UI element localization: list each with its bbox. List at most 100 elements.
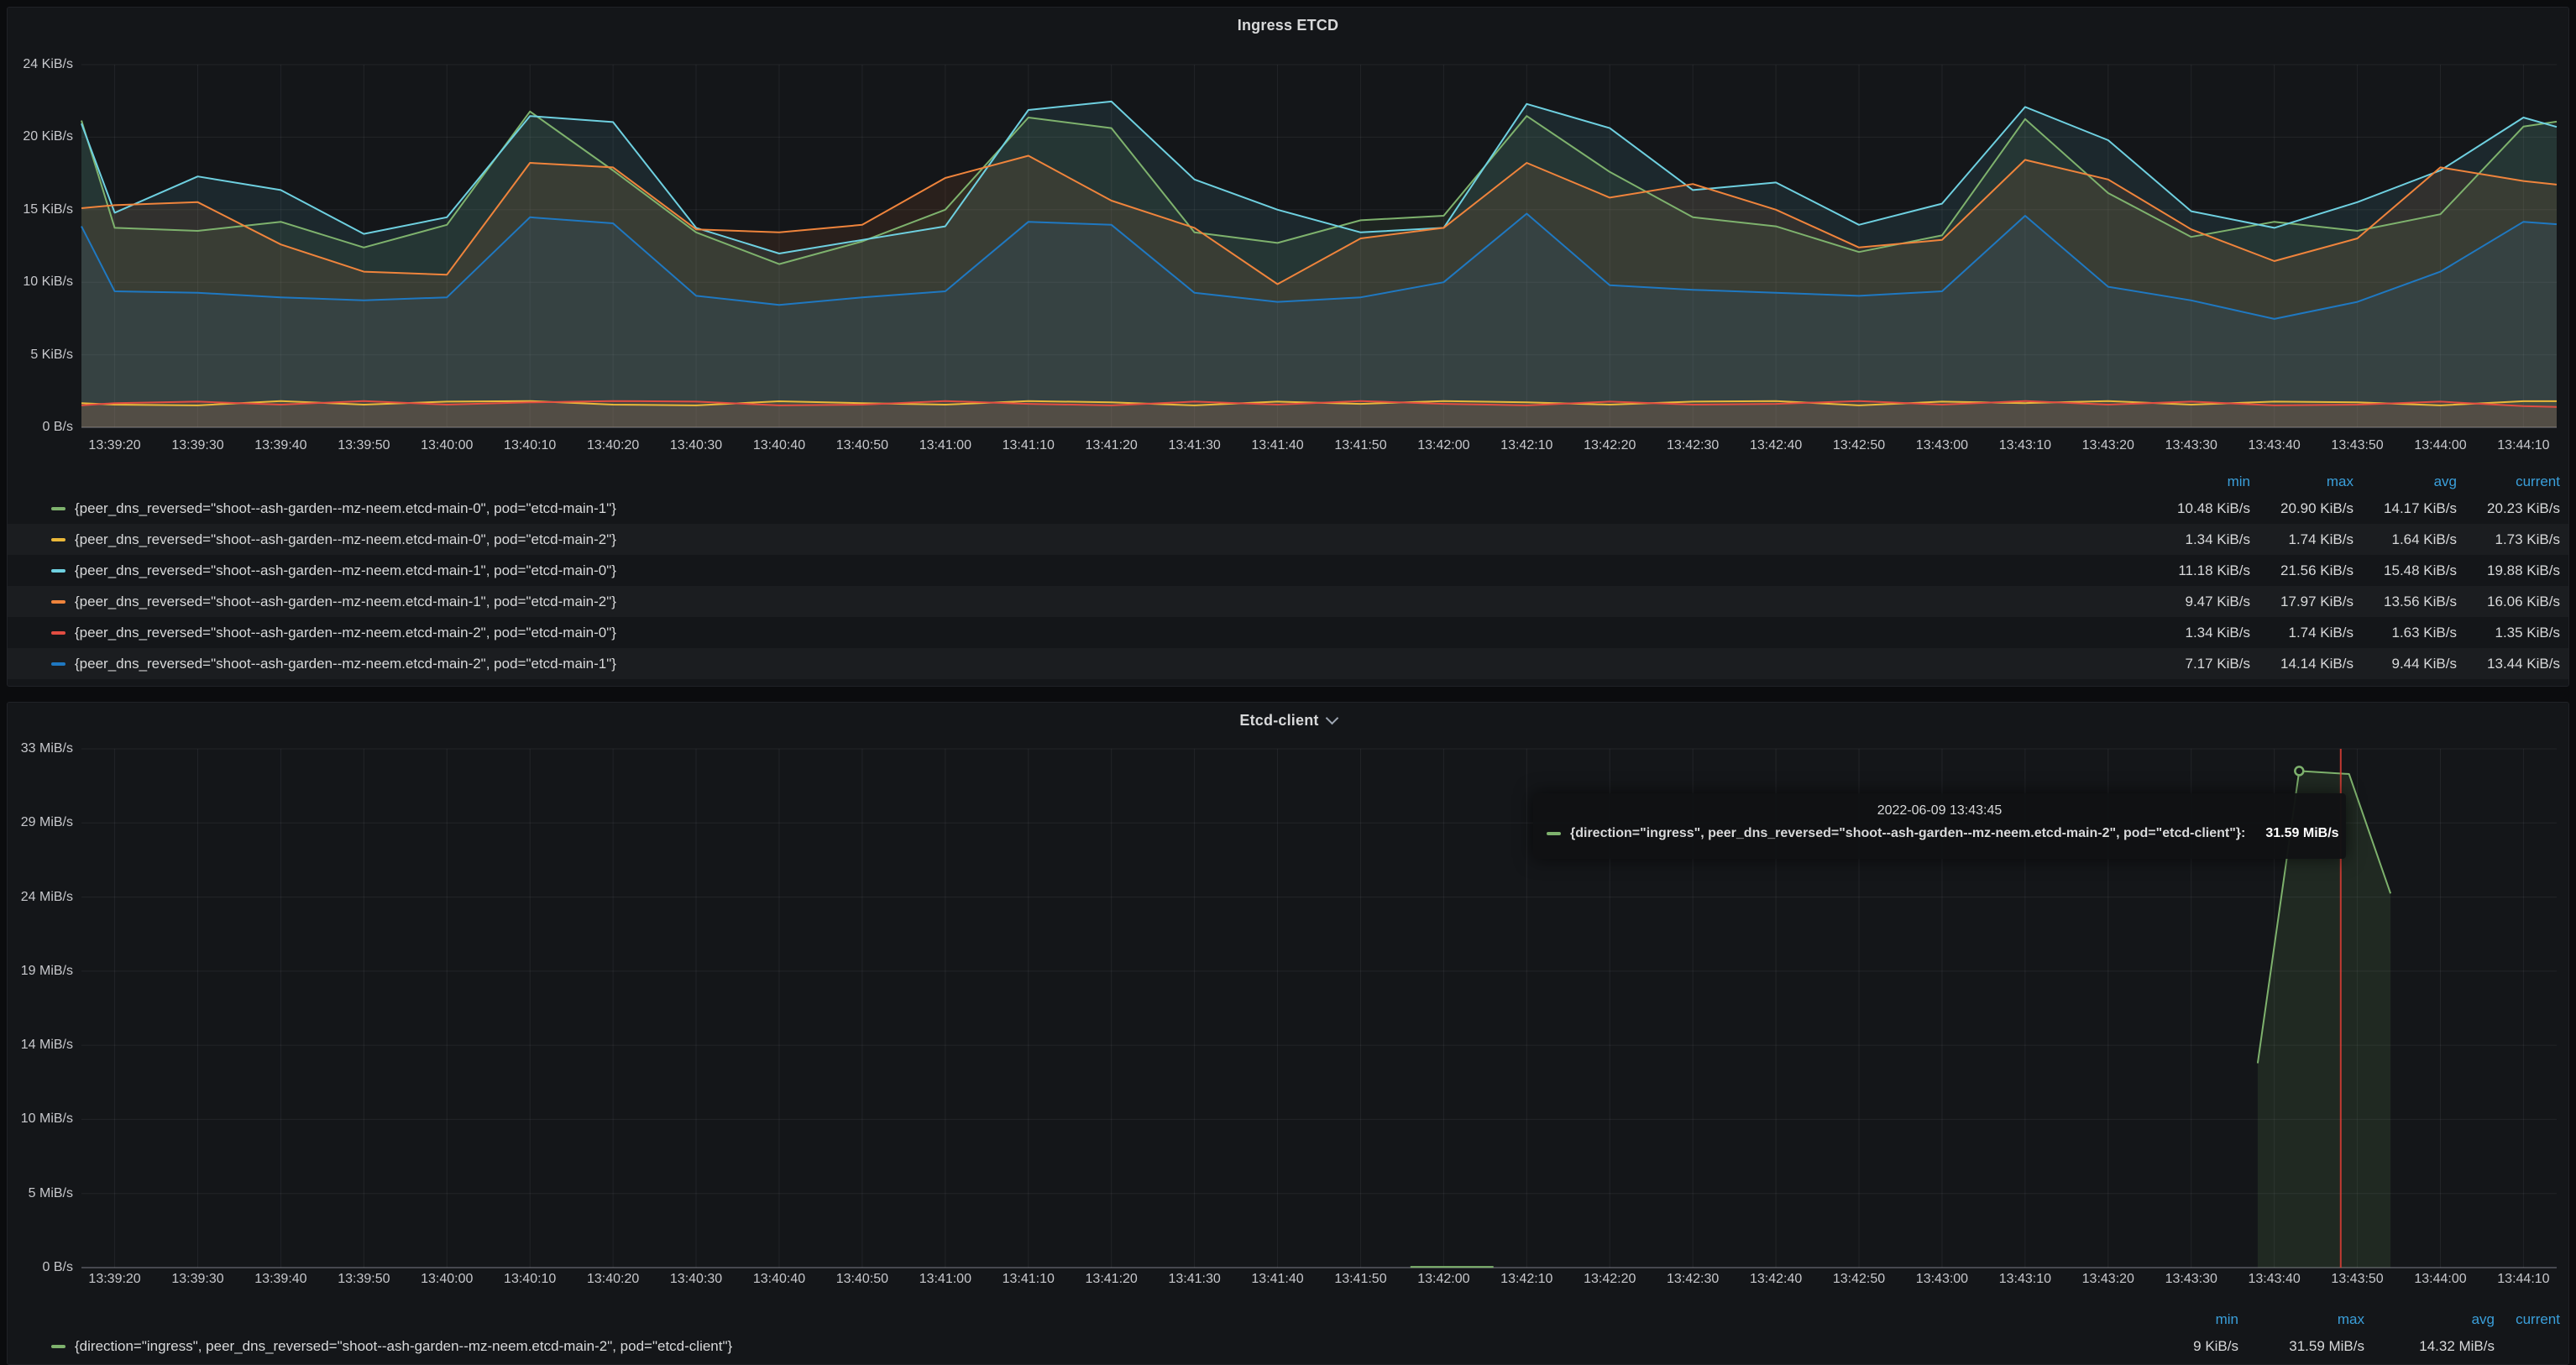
x-axis-tick-label: 13:41:10 xyxy=(988,437,1069,454)
x-axis-tick-label: 13:43:50 xyxy=(2317,437,2398,454)
legend-series-marker-icon xyxy=(51,662,65,666)
panel-header-ingress-etcd[interactable]: Ingress ETCD xyxy=(8,8,2568,43)
x-axis-tick-label: 13:40:20 xyxy=(573,437,653,454)
panel-ingress-etcd: Ingress ETCD 24 KiB/s 20 KiB/s 15 KiB/s 10 … xyxy=(7,7,2569,687)
y-axis-tick-label: 10 MiB/s xyxy=(8,1111,73,1127)
legend-series-label[interactable]: {peer_dns_reversed="shoot--ash-garden--m… xyxy=(75,625,616,641)
legend-series-marker-icon xyxy=(51,631,65,635)
legend-stat-avg: 13.56 KiB/s xyxy=(2353,594,2457,610)
legend-stat-current: 16.06 KiB/s xyxy=(2457,594,2560,610)
x-axis-tick-label: 13:40:30 xyxy=(656,437,736,454)
legend-header-current[interactable]: current xyxy=(2457,473,2560,490)
hover-tooltip: 2022-06-09 13:43:45 {direction="ingress"… xyxy=(1533,793,2346,859)
x-axis-tick-label: 13:42:40 xyxy=(1736,1271,1816,1288)
y-axis-tick-label: 0 B/s xyxy=(8,1259,73,1276)
legend-series-marker-icon xyxy=(51,1345,65,1348)
x-axis-tick-label: 13:40:00 xyxy=(406,1271,487,1288)
legend-stat-max: 1.74 KiB/s xyxy=(2250,625,2353,641)
legend-series-label[interactable]: {peer_dns_reversed="shoot--ash-garden--m… xyxy=(75,500,616,517)
hover-point-marker xyxy=(2295,766,2303,775)
x-axis-tick-label: 13:44:00 xyxy=(2401,1271,2481,1288)
legend-row: {peer_dns_reversed="shoot--ash-garden--m… xyxy=(8,555,2568,586)
legend-stat-avg: 14.32 MiB/s xyxy=(2364,1338,2495,1355)
legend-stat-max: 21.56 KiB/s xyxy=(2250,562,2353,579)
legend-stat-max: 1.74 KiB/s xyxy=(2250,531,2353,548)
legend-series-label[interactable]: {peer_dns_reversed="shoot--ash-garden--m… xyxy=(75,594,616,610)
x-axis-tick-label: 13:42:10 xyxy=(1486,1271,1567,1288)
y-axis-tick-label: 20 KiB/s xyxy=(8,128,73,145)
timeseries-chart-ingress-etcd[interactable] xyxy=(81,65,2557,427)
y-axis-tick-label: 10 KiB/s xyxy=(8,274,73,290)
x-axis-tick-label: 13:41:20 xyxy=(1071,437,1152,454)
legend-header-max[interactable]: max xyxy=(2250,473,2353,490)
legend-series-marker-icon xyxy=(51,569,65,573)
legend-row: {peer_dns_reversed="shoot--ash-garden--m… xyxy=(8,586,2568,617)
x-axis-tick-label: 13:44:10 xyxy=(2483,1271,2563,1288)
x-axis-tick-label: 13:40:40 xyxy=(739,1271,819,1288)
x-axis-tick-label: 13:39:40 xyxy=(240,437,321,454)
y-axis-tick-label: 33 MiB/s xyxy=(8,740,73,757)
y-axis-tick-label: 24 KiB/s xyxy=(8,56,73,73)
panel-title: Ingress ETCD xyxy=(1238,17,1338,34)
x-axis-tick-label: 13:40:10 xyxy=(490,1271,570,1288)
legend-header-avg[interactable]: avg xyxy=(2364,1311,2495,1328)
x-axis-tick-label: 13:43:10 xyxy=(1985,1271,2066,1288)
x-axis-tick-label: 13:40:50 xyxy=(822,1271,903,1288)
x-axis-tick-label: 13:43:40 xyxy=(2234,437,2315,454)
legend-series-label[interactable]: {peer_dns_reversed="shoot--ash-garden--m… xyxy=(75,656,616,672)
y-axis-tick-label: 15 KiB/s xyxy=(8,201,73,218)
x-axis-tick-label: 13:44:10 xyxy=(2483,437,2563,454)
legend-row: {peer_dns_reversed="shoot--ash-garden--m… xyxy=(8,648,2568,679)
legend-stat-avg: 1.63 KiB/s xyxy=(2353,625,2457,641)
x-axis-tick-label: 13:42:10 xyxy=(1486,437,1567,454)
legend-row: {peer_dns_reversed="shoot--ash-garden--m… xyxy=(8,493,2568,524)
legend-series-label[interactable]: {peer_dns_reversed="shoot--ash-garden--m… xyxy=(75,531,616,548)
panel-title: Etcd-client xyxy=(1239,712,1318,730)
x-axis-tick-label: 13:43:10 xyxy=(1985,437,2066,454)
legend-header-min[interactable]: min xyxy=(2147,473,2250,490)
legend-stat-min: 1.34 KiB/s xyxy=(2147,625,2250,641)
legend-row: {direction="ingress", peer_dns_reversed=… xyxy=(8,1331,2568,1362)
legend-row: {peer_dns_reversed="shoot--ash-garden--m… xyxy=(8,617,2568,648)
x-axis-tick-label: 13:39:50 xyxy=(323,437,404,454)
legend-stat-current: 19.88 KiB/s xyxy=(2457,562,2560,579)
legend-series-label[interactable]: {peer_dns_reversed="shoot--ash-garden--m… xyxy=(75,562,616,579)
x-axis-tick-label: 13:41:30 xyxy=(1154,1271,1235,1288)
panel-header-etcd-client[interactable]: Etcd-client xyxy=(8,703,2568,738)
y-axis-tick-label: 5 KiB/s xyxy=(8,347,73,363)
legend-stat-avg: 14.17 KiB/s xyxy=(2353,500,2457,517)
x-axis-tick-label: 13:41:50 xyxy=(1320,1271,1401,1288)
legend: minmaxavgcurrent {direction="ingress", pe… xyxy=(8,1309,2568,1362)
legend-series-label[interactable]: {direction="ingress", peer_dns_reversed=… xyxy=(75,1338,732,1355)
legend-stat-avg: 15.48 KiB/s xyxy=(2353,562,2457,579)
legend-stat-current: 1.73 KiB/s xyxy=(2457,531,2560,548)
x-axis-tick-label: 13:41:40 xyxy=(1238,1271,1318,1288)
x-axis-tick-label: 13:40:30 xyxy=(656,1271,736,1288)
x-axis-tick-label: 13:41:40 xyxy=(1238,437,1318,454)
x-axis-tick-label: 13:43:50 xyxy=(2317,1271,2398,1288)
x-axis-tick-label: 13:41:20 xyxy=(1071,1271,1152,1288)
x-axis-tick-label: 13:40:40 xyxy=(739,437,819,454)
legend-header-min[interactable]: min xyxy=(2121,1311,2238,1328)
x-axis-tick-label: 13:40:10 xyxy=(490,437,570,454)
legend-header-max[interactable]: max xyxy=(2238,1311,2364,1328)
x-axis-tick-label: 13:42:00 xyxy=(1403,437,1484,454)
grafana-dashboard: { "panels": [ { "title": "Ingress ETCD",… xyxy=(0,0,2576,1362)
y-axis-tick-label: 19 MiB/s xyxy=(8,963,73,980)
x-axis-tick-label: 13:41:00 xyxy=(905,1271,986,1288)
legend-stat-avg: 9.44 KiB/s xyxy=(2353,656,2457,672)
legend-series-marker-icon xyxy=(51,507,65,510)
legend-stat-current: 20.23 KiB/s xyxy=(2457,500,2560,517)
tooltip-series-row: {direction="ingress", peer_dns_reversed=… xyxy=(1547,826,2333,841)
y-axis-tick-label: 24 MiB/s xyxy=(8,889,73,906)
x-axis-tick-label: 13:41:00 xyxy=(905,437,986,454)
tooltip-series-value: 31.59 MiB/s xyxy=(2265,826,2338,841)
x-axis-tick-label: 13:42:50 xyxy=(1819,437,1899,454)
x-axis-tick-label: 13:43:30 xyxy=(2151,437,2232,454)
x-axis-tick-label: 13:40:00 xyxy=(406,437,487,454)
legend-header-current[interactable]: current xyxy=(2495,1311,2560,1328)
x-axis-tick-label: 13:43:00 xyxy=(1902,1271,1982,1288)
x-axis-tick-label: 13:43:00 xyxy=(1902,437,1982,454)
legend-header-avg[interactable]: avg xyxy=(2353,473,2457,490)
x-axis-tick-label: 13:44:00 xyxy=(2401,437,2481,454)
